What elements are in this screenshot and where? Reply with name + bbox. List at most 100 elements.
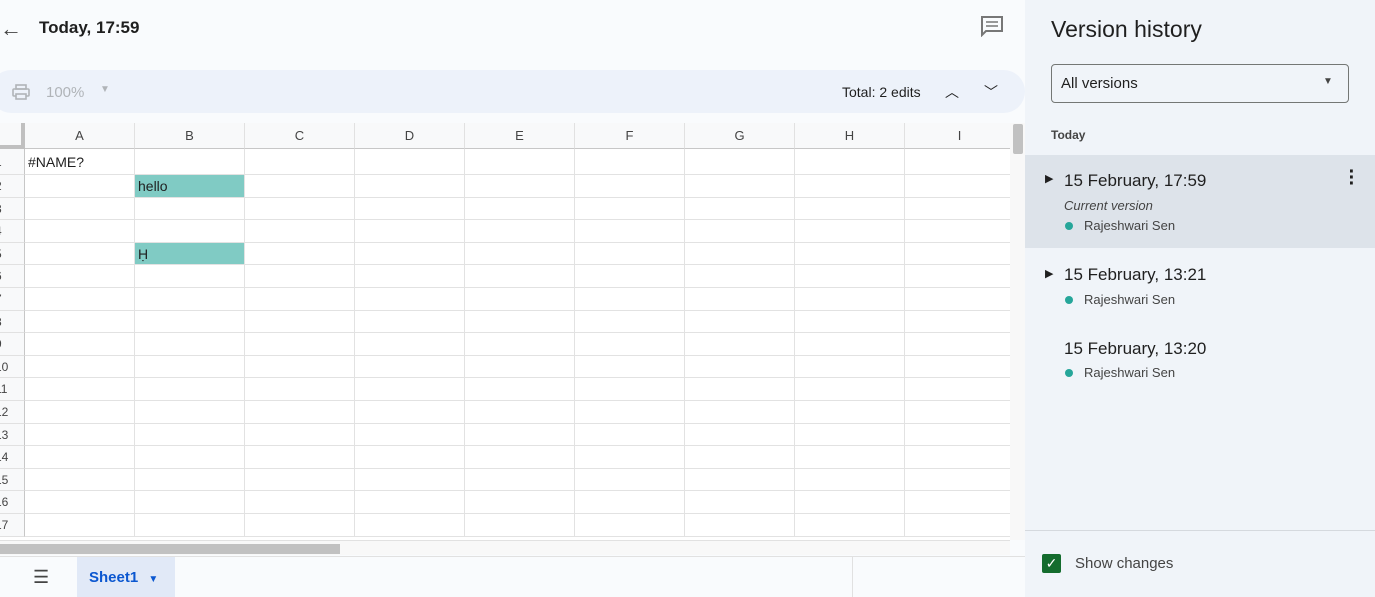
cell-G15[interactable] bbox=[685, 468, 795, 492]
cell-B9[interactable] bbox=[135, 333, 245, 356]
cell-D14[interactable] bbox=[355, 446, 465, 469]
cell-C17[interactable] bbox=[245, 514, 355, 537]
cell-B3[interactable] bbox=[135, 197, 245, 221]
row-header[interactable]: 13 bbox=[0, 423, 25, 447]
cell-H2[interactable] bbox=[795, 175, 905, 198]
version-item[interactable]: ▶ 15 February, 17:59 Current version Raj… bbox=[1025, 155, 1375, 248]
cell-H1[interactable] bbox=[795, 149, 905, 175]
show-changes-checkbox[interactable]: ✓ bbox=[1042, 554, 1061, 573]
row-header[interactable]: 1 bbox=[0, 149, 25, 175]
cell-H17[interactable] bbox=[795, 514, 905, 537]
column-header[interactable]: E bbox=[465, 123, 575, 149]
row-header[interactable]: 14 bbox=[0, 446, 25, 469]
caret-down-icon[interactable]: ▼ bbox=[148, 574, 158, 585]
row-header[interactable]: 3 bbox=[0, 197, 25, 221]
all-sheets-menu-icon[interactable]: ☰ bbox=[33, 567, 49, 588]
cell-C15[interactable] bbox=[245, 468, 355, 492]
cell-C7[interactable] bbox=[245, 288, 355, 311]
cell-H12[interactable] bbox=[795, 401, 905, 424]
vertical-scroll-thumb[interactable] bbox=[1013, 124, 1023, 154]
cell-E13[interactable] bbox=[465, 423, 575, 447]
cell-A2[interactable] bbox=[25, 175, 135, 198]
cell-C1[interactable] bbox=[245, 149, 355, 175]
cell-A13[interactable] bbox=[25, 423, 135, 447]
row-header[interactable]: 12 bbox=[0, 401, 25, 424]
cell-I9[interactable] bbox=[905, 333, 1010, 356]
row-header[interactable]: 17 bbox=[0, 514, 25, 537]
cell-I6[interactable] bbox=[905, 265, 1010, 288]
cell-H14[interactable] bbox=[795, 446, 905, 469]
cell-A16[interactable] bbox=[25, 491, 135, 514]
cell-C12[interactable] bbox=[245, 401, 355, 424]
cell-F5[interactable] bbox=[575, 242, 685, 266]
cell-D13[interactable] bbox=[355, 423, 465, 447]
cell-I15[interactable] bbox=[905, 469, 1010, 492]
cell-F8[interactable] bbox=[575, 310, 685, 334]
cell-I11[interactable] bbox=[905, 378, 1010, 401]
cell-I5[interactable] bbox=[905, 243, 1010, 266]
cell-I14[interactable] bbox=[905, 446, 1010, 469]
cell-D6[interactable] bbox=[355, 265, 465, 288]
column-header[interactable]: G bbox=[685, 123, 795, 149]
cell-E17[interactable] bbox=[465, 514, 575, 537]
cell-A15[interactable] bbox=[25, 468, 135, 492]
row-header[interactable]: 8 bbox=[0, 310, 25, 334]
sheet-tab[interactable]: Sheet1 ▼ bbox=[77, 557, 175, 597]
select-all-corner[interactable] bbox=[0, 123, 25, 149]
cell-B4[interactable] bbox=[135, 220, 245, 243]
cell-A4[interactable] bbox=[25, 220, 135, 243]
row-header[interactable]: 5 bbox=[0, 242, 25, 266]
cell-D11[interactable] bbox=[355, 378, 465, 401]
cell-I10[interactable] bbox=[905, 356, 1010, 379]
cell-D16[interactable] bbox=[355, 491, 465, 514]
comment-icon[interactable] bbox=[980, 15, 1004, 37]
cell-F6[interactable] bbox=[575, 265, 685, 288]
cell-I7[interactable] bbox=[905, 288, 1010, 311]
back-arrow-icon[interactable]: ← bbox=[0, 16, 22, 42]
cell-D12[interactable] bbox=[355, 401, 465, 424]
cell-A12[interactable] bbox=[25, 401, 135, 424]
versions-filter-select[interactable]: All versions bbox=[1051, 64, 1349, 103]
cell-E4[interactable] bbox=[465, 220, 575, 243]
cell-I1[interactable] bbox=[905, 149, 1010, 175]
column-header[interactable]: H bbox=[795, 123, 905, 149]
cell-E11[interactable] bbox=[465, 378, 575, 401]
row-header[interactable]: 10 bbox=[0, 355, 25, 379]
cell-I12[interactable] bbox=[905, 401, 1010, 424]
row-header[interactable]: 16 bbox=[0, 491, 25, 514]
cell-F3[interactable] bbox=[575, 197, 685, 221]
cell-B13[interactable] bbox=[135, 423, 245, 447]
cell-B14[interactable] bbox=[135, 446, 245, 469]
cell-F16[interactable] bbox=[575, 491, 685, 514]
cell-F10[interactable] bbox=[575, 355, 685, 379]
show-changes-label[interactable]: Show changes bbox=[1075, 555, 1173, 572]
cell-A11[interactable] bbox=[25, 378, 135, 401]
cell-G1[interactable] bbox=[685, 149, 795, 175]
cell-D17[interactable] bbox=[355, 514, 465, 537]
cell-B6[interactable] bbox=[135, 265, 245, 288]
cell-A5[interactable] bbox=[25, 242, 135, 266]
cell-G2[interactable] bbox=[685, 175, 795, 198]
row-header[interactable]: 6 bbox=[0, 265, 25, 288]
cell-B11[interactable] bbox=[135, 378, 245, 401]
cell-C16[interactable] bbox=[245, 491, 355, 514]
cell-C11[interactable] bbox=[245, 378, 355, 401]
expand-triangle-icon[interactable]: ▶ bbox=[1045, 267, 1053, 280]
column-header[interactable]: C bbox=[245, 123, 355, 149]
cell-A9[interactable] bbox=[25, 333, 135, 356]
cell-G17[interactable] bbox=[685, 514, 795, 537]
cell-C8[interactable] bbox=[245, 310, 355, 334]
cell-H16[interactable] bbox=[795, 491, 905, 514]
row-header[interactable]: 4 bbox=[0, 220, 25, 243]
version-item[interactable]: 15 February, 13:20 Rajeshwari Sen bbox=[1025, 322, 1375, 396]
cell-F2[interactable] bbox=[575, 175, 685, 198]
cell-E6[interactable] bbox=[465, 265, 575, 288]
cell-G13[interactable] bbox=[685, 423, 795, 447]
cell-G12[interactable] bbox=[685, 401, 795, 424]
cell-E5[interactable] bbox=[465, 242, 575, 266]
caret-down-icon[interactable]: ▼ bbox=[100, 84, 110, 95]
cell-A1[interactable]: #NAME? bbox=[25, 149, 135, 175]
cell-I17[interactable] bbox=[905, 514, 1010, 537]
cell-I4[interactable] bbox=[905, 220, 1010, 243]
cell-F12[interactable] bbox=[575, 401, 685, 424]
